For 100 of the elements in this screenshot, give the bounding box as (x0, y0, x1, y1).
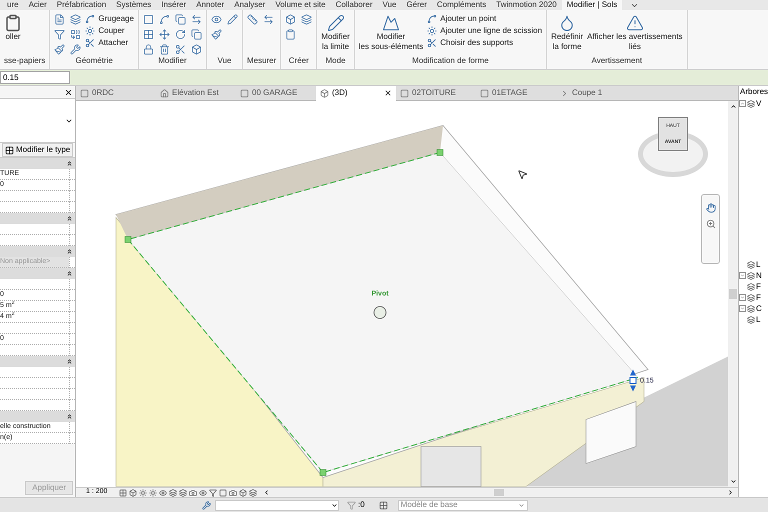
browser-item[interactable]: N (756, 270, 762, 282)
view-control-icon[interactable] (129, 488, 138, 496)
property-value[interactable] (0, 367, 69, 378)
ribbon-tab[interactable]: Systèmes (111, 0, 156, 10)
property-value[interactable] (0, 279, 69, 290)
trim-icon[interactable] (174, 44, 186, 55)
view-control-icon[interactable] (199, 488, 208, 496)
dimension-arrows[interactable] (630, 370, 636, 392)
property-value[interactable] (0, 202, 69, 213)
offset-field[interactable]: 0.15 (0, 71, 70, 84)
view-tab[interactable]: (3D) (316, 86, 396, 100)
ribbon-tool[interactable]: Ajouter une ligne de scission (427, 26, 542, 36)
property-value[interactable] (0, 323, 69, 334)
view-control-icon[interactable] (119, 488, 128, 496)
expand-toggle[interactable] (739, 294, 746, 301)
ribbon-tab[interactable]: Compléments (432, 0, 492, 10)
edit-cell[interactable] (69, 290, 75, 301)
view-control-icon[interactable] (239, 488, 248, 496)
edit-cell[interactable] (69, 323, 75, 334)
property-value[interactable] (0, 389, 69, 400)
navigation-bar[interactable] (701, 194, 720, 264)
edit-cell[interactable] (69, 389, 75, 400)
delete-icon[interactable] (158, 44, 170, 55)
view-control-icon[interactable] (229, 488, 238, 496)
view-control-icon[interactable] (159, 488, 168, 496)
layers-icon[interactable] (70, 14, 82, 25)
grip-handle[interactable] (124, 236, 132, 243)
property-value[interactable] (0, 191, 69, 202)
ribbon-tool[interactable]: Choisir des supports (427, 38, 542, 48)
view-control-icon[interactable] (189, 488, 198, 496)
close-icon[interactable] (64, 88, 73, 96)
property-value[interactable] (0, 235, 69, 246)
browser-item[interactable]: L (756, 314, 760, 326)
wrench-icon[interactable] (70, 44, 82, 55)
edit-cell[interactable] (69, 279, 75, 290)
edit-cell[interactable] (69, 202, 75, 213)
edit-cell[interactable] (69, 191, 75, 202)
scroll-thumb[interactable] (729, 289, 737, 299)
ribbon-button[interactable]: Redéfinir la forme (551, 14, 584, 52)
ribbon-tool[interactable]: Ajouter un point (427, 14, 542, 24)
copy-icon[interactable] (190, 29, 202, 40)
edit-cell[interactable] (69, 422, 75, 433)
expand-toggle[interactable] (739, 272, 746, 279)
view-control-icon[interactable] (139, 488, 148, 496)
combine-icon[interactable] (70, 29, 82, 40)
scroll-thumb[interactable] (494, 489, 504, 496)
move-icon[interactable] (158, 29, 170, 40)
ribbon-tab[interactable]: Twinmotion 2020 (491, 0, 562, 10)
browser-item[interactable]: V (756, 98, 762, 110)
ribbon-tool[interactable]: Attacher (85, 38, 134, 48)
edit-cell[interactable] (69, 224, 75, 235)
view-control-icon[interactable] (169, 488, 178, 496)
edit-cell[interactable] (69, 301, 75, 312)
property-value[interactable] (0, 224, 69, 235)
view-tab[interactable]: Elévation Est (156, 86, 236, 100)
expand-toggle[interactable] (739, 305, 746, 312)
property-value[interactable] (0, 400, 69, 411)
edit-cell[interactable] (69, 400, 75, 411)
ribbon-button[interactable]: Afficher les avertissements liés (587, 14, 683, 52)
browser-item[interactable]: L (756, 258, 760, 270)
view-tab[interactable]: 0RDC (76, 86, 156, 100)
ribbon-tab[interactable]: Analyser (229, 0, 270, 10)
ribbon-tab[interactable]: Collaborer (330, 0, 378, 10)
expand-toggle[interactable] (739, 100, 746, 107)
edit-cell[interactable] (69, 367, 75, 378)
browser-item[interactable]: F (756, 280, 761, 292)
view-tab[interactable]: 01ETAGE (476, 86, 556, 100)
ribbon-tab[interactable]: Annoter (191, 0, 230, 10)
edit-cell[interactable] (69, 235, 75, 246)
browser-item[interactable]: F (756, 292, 761, 304)
edit-type-button[interactable]: Modifier le type (2, 143, 74, 157)
edit-cell[interactable] (69, 378, 75, 389)
brush-icon[interactable] (54, 44, 66, 55)
ribbon-tool[interactable]: Couper (85, 26, 134, 36)
view-control-icon[interactable] (209, 488, 218, 496)
edit-cell[interactable] (69, 169, 75, 180)
ruler-icon[interactable] (246, 14, 258, 25)
view-tab[interactable]: Coupe 1 (556, 86, 636, 100)
eye-icon[interactable] (210, 14, 222, 25)
edit-cell[interactable] (69, 180, 75, 191)
view-tab[interactable]: 00 GARAGE (236, 86, 316, 100)
edit-cell[interactable] (69, 433, 75, 444)
rotate-icon[interactable] (174, 29, 186, 40)
property-value[interactable] (0, 378, 69, 389)
view-control-icon[interactable] (149, 488, 158, 496)
pencil-icon[interactable] (226, 14, 238, 25)
browser-item[interactable]: C (756, 302, 762, 314)
ribbon-button[interactable]: Modifier les sous-éléments (358, 14, 424, 52)
ribbon-button[interactable]: Modifier la limite (321, 14, 350, 52)
edit-cell[interactable] (69, 334, 75, 345)
ribbon-tab[interactable]: Vue (378, 0, 402, 10)
model-select[interactable]: Modèle de base (398, 500, 528, 510)
edit-cell[interactable] (69, 312, 75, 323)
ribbon-tab[interactable]: Préfabrication (52, 0, 112, 10)
grip-handle[interactable] (320, 469, 326, 476)
ribbon-tab[interactable]: Volume et site (270, 0, 331, 10)
ribbon-tab[interactable]: Modifier | Sols (562, 0, 622, 10)
ribbon-tool[interactable]: Grugeage (85, 14, 134, 24)
grip-handle[interactable] (436, 149, 444, 156)
view-control-icon[interactable] (179, 488, 188, 496)
